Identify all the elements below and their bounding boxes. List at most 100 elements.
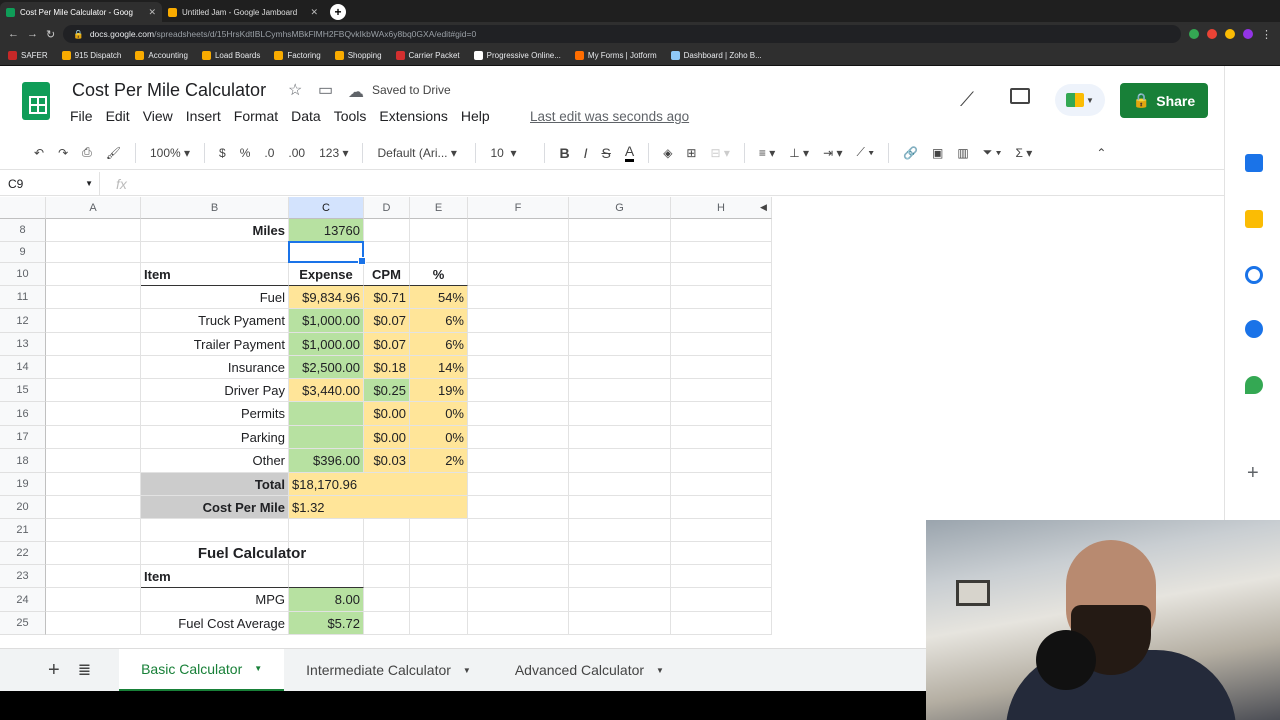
grid-cell[interactable] [46,263,141,286]
increase-decimal-button[interactable]: .00 [288,146,305,160]
row-header[interactable]: 15 [0,379,46,402]
pct-value-cell[interactable]: 6% [410,309,468,333]
row-header[interactable]: 12 [0,309,46,333]
close-tab-icon[interactable]: ✕ [148,7,156,18]
pct-value-cell[interactable]: 54% [410,286,468,309]
grid-cell[interactable] [569,565,671,588]
star-icon[interactable]: ☆ [288,80,302,100]
italic-button[interactable]: I [584,145,588,161]
bookmark-item[interactable]: SAFER [8,51,48,60]
font-size-select[interactable]: 10 ▾ [490,146,530,160]
grid-cell[interactable] [569,449,671,473]
browser-tab-jamboard[interactable]: Untitled Jam - Google Jamboard ✕ [162,2,324,22]
menu-file[interactable]: File [70,108,93,124]
cpm-header-cell[interactable]: CPM [364,263,410,286]
fuel-header-blank[interactable] [289,565,364,588]
sheets-logo-icon[interactable] [22,82,50,120]
row-header[interactable]: 17 [0,426,46,449]
menu-help[interactable]: Help [461,108,490,124]
fill-color-icon[interactable]: ◈ [663,146,672,160]
row-header[interactable]: 16 [0,402,46,426]
grid-cell[interactable] [569,219,671,242]
total-label-cell[interactable]: Total [141,473,289,496]
bookmark-item[interactable]: Progressive Online... [473,51,561,60]
collapse-columns-icon[interactable]: ◀ [760,202,767,213]
meet-button[interactable]: ▼ [1055,84,1105,116]
grid-cell[interactable] [569,242,671,263]
font-select[interactable]: Default (Ari... ▾ [377,146,461,160]
grid-cell[interactable] [46,496,141,519]
fuel-cost-value-cell[interactable]: $5.72 [289,612,364,635]
grid-cell[interactable] [671,542,772,565]
grid-cell[interactable] [289,242,364,263]
expense-value-cell[interactable] [289,402,364,426]
grid-cell[interactable] [46,242,141,263]
fuel-calculator-title[interactable]: Fuel Calculator [141,542,364,565]
zoom-select[interactable]: 100% ▾ [150,146,190,160]
cpm-value-cell[interactable]: $0.07 [364,333,410,356]
grid-cell[interactable] [46,309,141,333]
grid-cell[interactable] [468,519,569,542]
menu-format[interactable]: Format [234,108,278,124]
all-sheets-icon[interactable]: ≣ [78,660,91,680]
percent-format-button[interactable]: % [240,146,251,160]
filter-icon[interactable]: ⏷ ▾ [983,145,1002,160]
item-header-cell[interactable]: Item [141,263,289,286]
grid-cell[interactable] [468,449,569,473]
add-addon-icon[interactable]: + [1247,462,1259,485]
grid-cell[interactable] [569,333,671,356]
grid-cell[interactable] [468,612,569,635]
row-header[interactable]: 8 [0,219,46,242]
row-header[interactable]: 11 [0,286,46,309]
grid-cell[interactable] [569,496,671,519]
tab-basic-calculator[interactable]: Basic Calculator ▼ [119,648,285,692]
grid-cell[interactable] [468,286,569,309]
spreadsheet-grid[interactable]: A B C D E F G H ◀ 8 9 10 11 12 13 14 15 16 17 18 19 20 21 22 23 2… [0,197,772,643]
column-header-d[interactable]: D [364,197,410,219]
merge-cells-icon[interactable]: ⊟ ▾ [710,146,729,160]
grid-cell[interactable] [46,542,141,565]
grid-cell[interactable] [46,333,141,356]
more-icon[interactable]: ⋮ [1261,28,1272,41]
grid-cell[interactable] [410,242,468,263]
grid-cell[interactable] [671,565,772,588]
comment-icon[interactable] [1010,88,1030,104]
grid-cell[interactable] [468,263,569,286]
column-header-a[interactable]: A [46,197,141,219]
row-header[interactable]: 18 [0,449,46,473]
grid-cell[interactable] [468,565,569,588]
grid-cell[interactable] [364,612,410,635]
pct-value-cell[interactable]: 14% [410,356,468,379]
grid-cell[interactable] [46,356,141,379]
bookmark-item[interactable]: Factoring [274,51,321,60]
extension-icon[interactable] [1189,29,1199,39]
bold-button[interactable]: B [559,145,569,161]
strikethrough-button[interactable]: S [602,145,611,161]
column-header-g[interactable]: G [569,197,671,219]
grid-cell[interactable] [569,286,671,309]
insert-link-icon[interactable]: 🔗 [903,146,918,160]
calendar-icon[interactable] [1245,154,1263,172]
expense-item-cell[interactable]: Truck Pyament [141,309,289,333]
cpm-value-cell[interactable]: $0.00 [364,402,410,426]
cost-per-mile-value-cell[interactable]: $1.32 [289,496,468,519]
redo-icon[interactable]: ↷ [58,146,68,160]
grid-cell[interactable] [671,263,772,286]
more-formats-button[interactable]: 123 ▾ [319,146,348,160]
bookmark-item[interactable]: 915 Dispatch [61,51,121,60]
keep-icon[interactable] [1245,210,1263,228]
grid-cell[interactable] [569,356,671,379]
grid-cell[interactable] [410,612,468,635]
grid-cell[interactable] [364,588,410,612]
row-header[interactable]: 23 [0,565,46,588]
back-icon[interactable]: ← [8,28,19,40]
grid-cell[interactable] [671,588,772,612]
grid-cell[interactable] [671,379,772,402]
close-tab-icon[interactable]: ✕ [310,7,318,18]
grid-cell[interactable] [46,588,141,612]
expense-value-cell[interactable]: $396.00 [289,449,364,473]
profile-icon[interactable] [1243,29,1253,39]
grid-cell[interactable] [410,588,468,612]
grid-cell[interactable] [569,473,671,496]
expense-item-cell[interactable]: Permits [141,402,289,426]
